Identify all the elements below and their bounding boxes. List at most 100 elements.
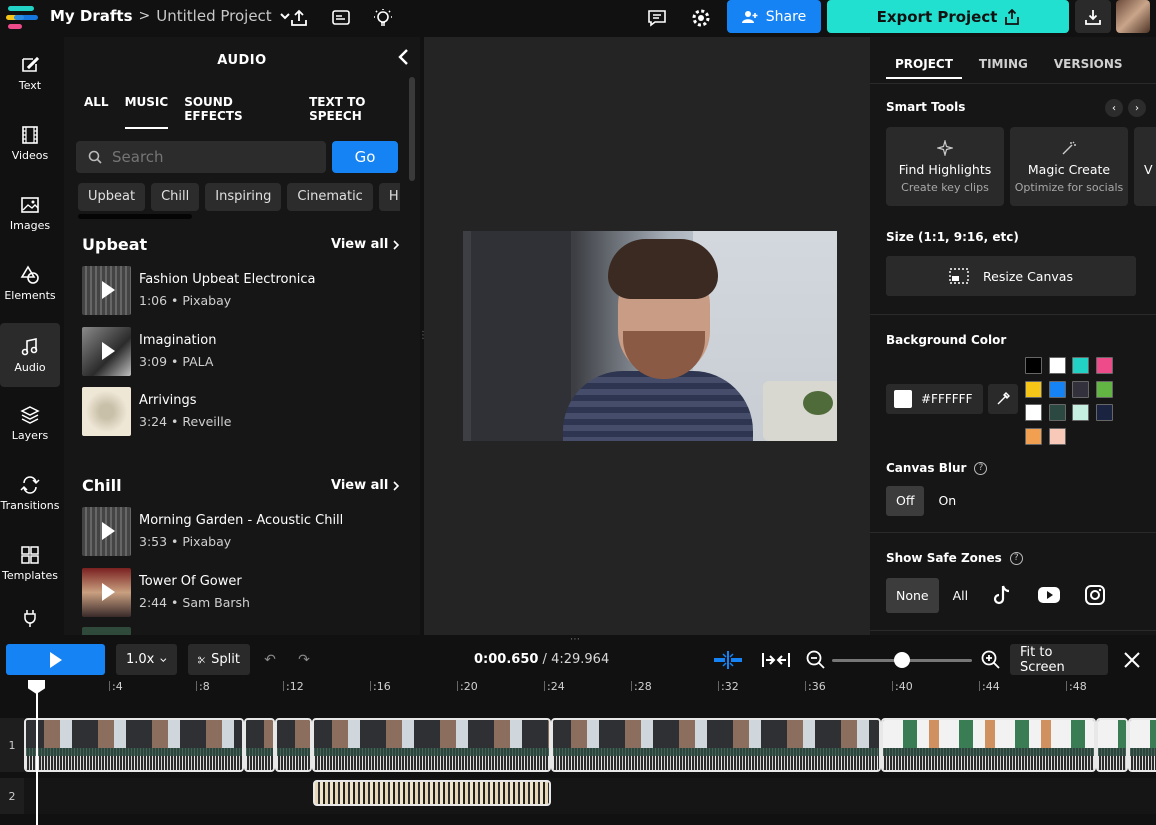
smart-tools-next-button[interactable]: ›: [1128, 99, 1146, 117]
rail-item-transitions[interactable]: Transitions: [0, 461, 60, 525]
chip-chill[interactable]: Chill: [151, 183, 200, 211]
track-lane-2[interactable]: [24, 778, 1156, 814]
breadcrumb-my-drafts[interactable]: My Drafts: [50, 7, 133, 25]
color-swatch[interactable]: [1025, 404, 1042, 421]
zoom-out-icon[interactable]: [806, 650, 826, 670]
rail-item-images[interactable]: Images: [0, 181, 60, 245]
color-swatch[interactable]: [1072, 357, 1089, 374]
tab-all[interactable]: ALL: [84, 95, 109, 129]
video-clip[interactable]: [881, 718, 1096, 772]
avatar[interactable]: [1116, 0, 1150, 33]
youtube-icon[interactable]: [1037, 586, 1061, 604]
close-icon[interactable]: [1122, 650, 1142, 670]
safe-zone-none-option[interactable]: None: [886, 578, 939, 613]
gear-icon[interactable]: [689, 6, 713, 30]
collapse-chevron-icon[interactable]: [396, 47, 412, 67]
rail-item-videos[interactable]: Videos: [0, 111, 60, 175]
color-swatch[interactable]: [1048, 357, 1066, 374]
video-clip[interactable]: [275, 718, 312, 772]
upload-icon[interactable]: [287, 6, 311, 30]
video-clip[interactable]: [244, 718, 275, 772]
video-clip[interactable]: [551, 718, 881, 772]
video-clip[interactable]: [1128, 718, 1156, 772]
tab-versions[interactable]: VERSIONS: [1054, 57, 1132, 79]
blur-on-option[interactable]: On: [928, 486, 966, 516]
app-logo[interactable]: [6, 6, 40, 30]
snap-icon[interactable]: [713, 650, 743, 670]
zoom-slider-handle[interactable]: [894, 652, 910, 668]
project-name[interactable]: Untitled Project: [156, 7, 271, 25]
track-thumbnail[interactable]: [82, 265, 131, 315]
eyedropper-button[interactable]: [988, 384, 1018, 414]
resize-canvas-button[interactable]: Resize Canvas: [886, 256, 1136, 296]
video-clip[interactable]: [24, 718, 244, 772]
tab-text-to-speech[interactable]: TEXT TO SPEECH: [309, 95, 420, 129]
download-button[interactable]: [1075, 0, 1111, 33]
color-swatch[interactable]: [1095, 357, 1113, 374]
rail-item-plugins[interactable]: [0, 603, 60, 633]
go-button[interactable]: Go: [332, 141, 398, 173]
rail-item-text[interactable]: Text: [0, 41, 60, 105]
track-thumbnail[interactable]: [82, 386, 131, 436]
safe-zone-all-option[interactable]: All: [943, 581, 979, 611]
help-icon[interactable]: ?: [974, 461, 988, 475]
track-item[interactable]: Arrivings 3:24 • Reveille: [82, 386, 398, 436]
timeline-ruler[interactable]: :4 :8 :12 :16 :20 :24 :28 :32 :36 :40 :4…: [24, 680, 1156, 700]
track-thumbnail[interactable]: [82, 506, 131, 556]
redo-icon[interactable]: ↷: [296, 644, 312, 675]
speed-select[interactable]: 1.0x: [116, 644, 177, 675]
color-swatch[interactable]: [1025, 357, 1042, 374]
export-project-button[interactable]: Export Project: [827, 0, 1069, 33]
tab-sound-effects[interactable]: SOUND EFFECTS: [184, 95, 293, 129]
panel-resize-handle[interactable]: ⋮: [418, 330, 428, 342]
fit-to-screen-button[interactable]: Fit to Screen: [1010, 644, 1108, 675]
undo-icon[interactable]: ↶: [262, 644, 278, 675]
track-item[interactable]: Tower Of Gower 2:44 • Sam Barsh: [82, 567, 398, 617]
track-item[interactable]: Morning Garden - Acoustic Chill 3:53 • P…: [82, 506, 398, 556]
track-item[interactable]: Fashion Upbeat Electronica 1:06 • Pixaba…: [82, 265, 398, 315]
video-clip[interactable]: [312, 718, 551, 772]
chip-inspiring[interactable]: Inspiring: [205, 183, 282, 211]
tab-timing[interactable]: TIMING: [979, 57, 1037, 79]
smart-tools-prev-button[interactable]: ‹: [1105, 99, 1123, 117]
tool-card-partial[interactable]: V: [1134, 127, 1156, 206]
chip-cinematic[interactable]: Cinematic: [287, 183, 373, 211]
view-all-chill-link[interactable]: View all: [331, 478, 400, 493]
find-highlights-card[interactable]: Find Highlights Create key clips: [886, 127, 1004, 206]
search-input[interactable]: [112, 148, 292, 166]
track-thumbnail[interactable]: [82, 326, 131, 376]
instagram-icon[interactable]: [1084, 584, 1106, 606]
play-button[interactable]: [6, 644, 105, 675]
audio-clip[interactable]: [313, 780, 551, 806]
close-gaps-icon[interactable]: [761, 650, 791, 670]
video-clip[interactable]: [1096, 718, 1128, 772]
blur-off-option[interactable]: Off: [886, 486, 925, 516]
comment-icon[interactable]: [645, 6, 669, 30]
lightbulb-icon[interactable]: [371, 6, 395, 30]
track-lane-1[interactable]: [24, 718, 1156, 772]
playhead[interactable]: [36, 682, 38, 825]
tiktok-icon[interactable]: [991, 584, 1013, 606]
track-thumbnail[interactable]: [82, 567, 131, 617]
help-icon[interactable]: ?: [1009, 551, 1023, 565]
color-swatch[interactable]: [1048, 427, 1066, 445]
share-button[interactable]: Share: [727, 0, 821, 33]
color-swatch[interactable]: [1072, 404, 1089, 421]
view-all-upbeat-link[interactable]: View all: [331, 237, 400, 252]
color-swatch[interactable]: [1095, 404, 1113, 421]
rail-item-audio[interactable]: Audio: [0, 323, 60, 387]
color-swatch[interactable]: [1048, 380, 1066, 398]
color-swatch[interactable]: [1025, 427, 1042, 445]
color-swatch[interactable]: [1048, 404, 1066, 421]
color-swatch[interactable]: [1095, 380, 1113, 398]
chip-upbeat[interactable]: Upbeat: [78, 183, 146, 211]
tab-project[interactable]: PROJECT: [886, 57, 962, 79]
track-item[interactable]: Imagination 3:09 • PALA: [82, 326, 398, 376]
track-thumbnail[interactable]: [82, 627, 131, 635]
split-button[interactable]: Split: [188, 644, 250, 675]
chip-more[interactable]: H: [378, 183, 400, 211]
panel-scrollbar[interactable]: [409, 77, 415, 181]
captions-icon[interactable]: [329, 6, 353, 30]
rail-item-layers[interactable]: Layers: [0, 391, 60, 455]
rail-item-elements[interactable]: Elements: [0, 251, 60, 315]
